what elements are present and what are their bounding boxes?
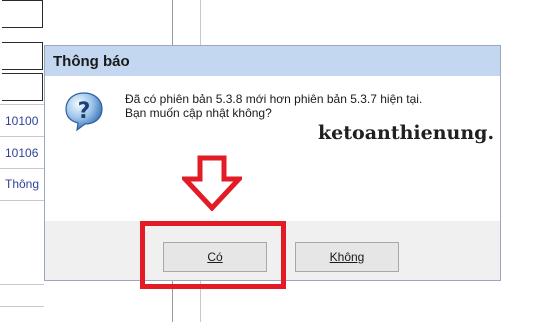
list-item[interactable]: 10106 bbox=[2, 140, 42, 166]
no-button-label: Không bbox=[329, 250, 365, 264]
no-button[interactable]: Không bbox=[295, 242, 399, 272]
list-item[interactable]: Thông bbox=[2, 171, 42, 197]
divider bbox=[0, 284, 44, 285]
message-line: Bạn muốn cập nhật không? bbox=[125, 106, 272, 120]
list-row bbox=[2, 73, 43, 101]
message-line: Đã có phiên bản 5.3.8 mới hơn phiên bản … bbox=[125, 92, 423, 106]
divider bbox=[0, 104, 44, 105]
watermark-text: ketoanthienung. bbox=[318, 122, 495, 144]
dialog-title: Thông báo bbox=[53, 53, 130, 70]
divider bbox=[0, 306, 44, 307]
dialog-message: Đã có phiên bản 5.3.8 mới hơn phiên bản … bbox=[125, 92, 422, 120]
svg-text:?: ? bbox=[78, 99, 91, 124]
list-item[interactable]: 10100 bbox=[2, 108, 42, 134]
list-row bbox=[2, 42, 43, 70]
question-icon: ? bbox=[65, 92, 103, 132]
list-row bbox=[2, 0, 43, 28]
down-arrow-icon bbox=[182, 155, 242, 211]
divider bbox=[0, 200, 44, 201]
dialog-titlebar[interactable]: Thông báo bbox=[45, 46, 500, 76]
divider bbox=[0, 136, 44, 137]
divider bbox=[0, 168, 44, 169]
highlight-box bbox=[140, 221, 286, 289]
